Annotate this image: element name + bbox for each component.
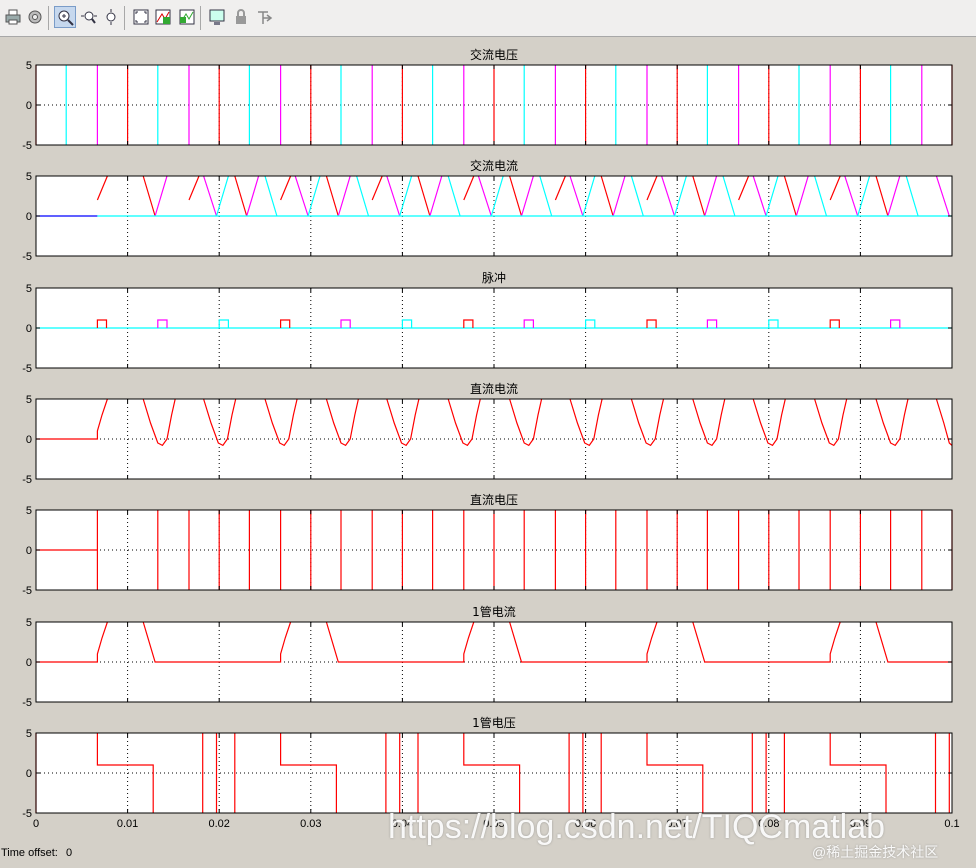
x-tick-label: 0.01: [117, 818, 138, 830]
zoom-x-icon: [81, 11, 97, 24]
zoom-x-button[interactable]: [78, 6, 100, 28]
subplot-4: 直流电流 5 0 -5: [22, 382, 953, 486]
zoom-y-icon: [106, 9, 116, 25]
time-offset-label: Time offset:: [1, 847, 58, 859]
subplot-title: 1管电流: [472, 604, 516, 619]
y-tick-label: 5: [26, 617, 32, 629]
zoom-y-button[interactable]: [100, 6, 122, 28]
subplot-title: 1管电压: [472, 715, 516, 730]
restore-axes-settings-button[interactable]: [176, 6, 198, 28]
y-tick-label: -5: [22, 140, 32, 152]
signal-selector-button[interactable]: [254, 6, 276, 28]
subplot-1: 交流电压 5 0 -5: [22, 47, 953, 152]
y-tick-label: 0: [26, 434, 32, 446]
subplot-3: 脉冲 5 0 -5: [22, 270, 953, 375]
y-tick-label: 5: [26, 171, 32, 183]
save-axes-settings-icon: [155, 9, 171, 25]
scope-toolbar: [0, 0, 976, 37]
y-tick-label: -5: [22, 251, 32, 263]
subplot-2: 交流电流 5 0 -5: [22, 158, 953, 263]
scope-figure: 交流电压50-5交流电流50-5脉冲50-5直流电流50-5直流电压50-51管…: [22, 47, 959, 830]
y-tick-label: 5: [26, 60, 32, 72]
y-tick-label: 5: [26, 505, 32, 517]
autoscale-icon: [133, 9, 149, 25]
x-tick-label: 0.02: [208, 818, 229, 830]
subplot-title: 直流电压: [470, 493, 518, 507]
floating-scope-button[interactable]: [206, 6, 228, 28]
y-tick-label: 5: [26, 728, 32, 740]
y-tick-label: -5: [22, 697, 32, 709]
subplot-title: 脉冲: [482, 270, 506, 285]
y-tick-label: 0: [26, 323, 32, 335]
x-tick-label: 0.1: [944, 818, 959, 830]
y-tick-label: -5: [22, 585, 32, 597]
toolbar-separator: [48, 6, 49, 30]
lock-axes-icon: [236, 9, 246, 24]
y-tick-label: 0: [26, 211, 32, 223]
y-tick-label: 5: [26, 394, 32, 406]
parameters-button[interactable]: [24, 6, 46, 28]
restore-axes-settings-icon: [179, 9, 195, 25]
subplot-title: 直流电流: [470, 382, 518, 396]
y-tick-label: -5: [22, 808, 32, 820]
print-button[interactable]: [2, 6, 24, 28]
zoom-in-icon: [58, 10, 74, 26]
print-icon: [5, 9, 21, 25]
parameters-icon: [28, 10, 42, 24]
toolbar-separator: [200, 6, 201, 30]
lock-axes-button[interactable]: [230, 6, 252, 28]
save-axes-settings-button[interactable]: [152, 6, 174, 28]
autoscale-button[interactable]: [130, 6, 152, 28]
watermark-community: @稀土掘金技术社区: [812, 844, 939, 860]
time-offset-value: 0: [66, 847, 73, 859]
floating-scope-icon: [209, 9, 225, 25]
y-tick-label: 0: [26, 768, 32, 780]
watermark-url: https://blog.csdn.net/TIQCmatlab: [388, 808, 886, 846]
y-tick-label: 0: [26, 657, 32, 669]
y-tick-label: 0: [26, 100, 32, 112]
y-tick-label: 5: [26, 283, 32, 295]
x-tick-label: 0.03: [300, 818, 321, 830]
subplot-6: 1管电流 5 0 -5: [22, 604, 953, 709]
signal-selector-icon: [258, 11, 273, 24]
subplot-title: 交流电压: [470, 47, 518, 62]
subplot-5: 直流电压 5 0 -5: [22, 493, 953, 597]
subplot-title: 交流电流: [470, 158, 518, 173]
toolbar-separator: [124, 6, 125, 30]
y-tick-label: -5: [22, 474, 32, 486]
y-tick-label: 0: [26, 545, 32, 557]
x-tick-label: 0: [33, 818, 39, 830]
zoom-in-button[interactable]: [54, 6, 76, 28]
y-tick-label: -5: [22, 363, 32, 375]
